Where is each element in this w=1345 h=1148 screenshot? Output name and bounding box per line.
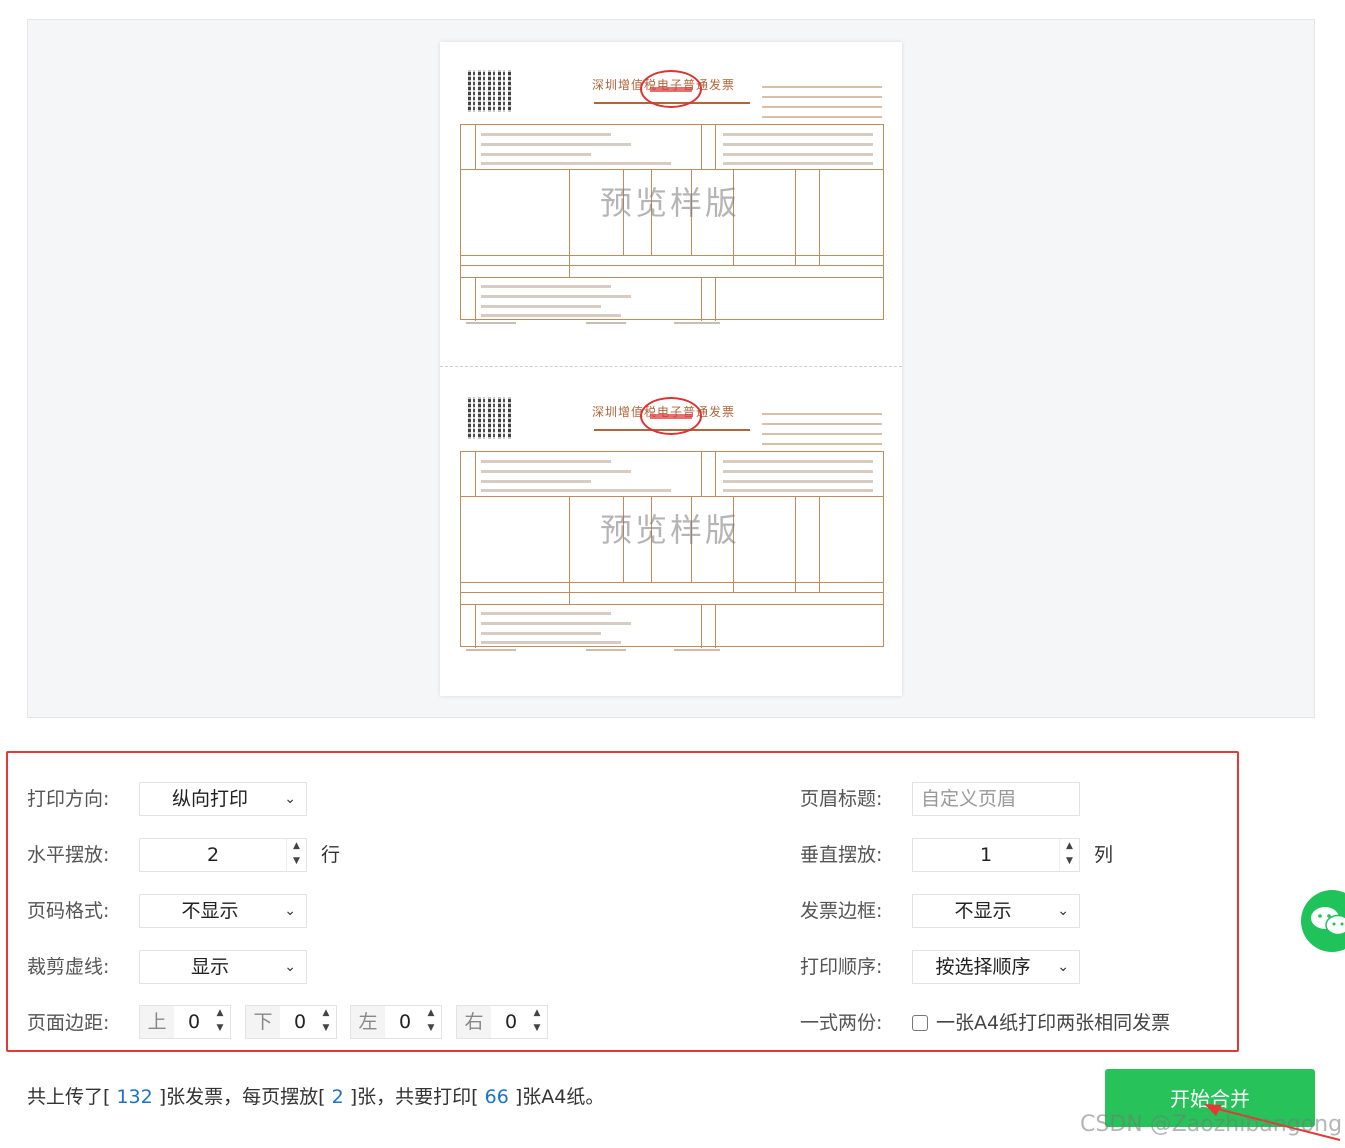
official-seal-icon bbox=[640, 70, 702, 108]
invoice-meta bbox=[762, 405, 882, 453]
margin-right-input[interactable]: 右 0 ▲ ▼ bbox=[456, 1005, 548, 1039]
print-order-select[interactable]: 按选择顺序 ⌄ bbox=[912, 950, 1080, 984]
vertical-count-value: 1 bbox=[979, 844, 993, 866]
margin-top-input[interactable]: 上 0 ▲ ▼ bbox=[139, 1005, 231, 1039]
print-order-value: 按选择顺序 bbox=[935, 956, 1031, 978]
spin-up-icon[interactable]: ▲ bbox=[527, 1006, 547, 1021]
margin-right-tag: 右 bbox=[457, 1006, 491, 1038]
margin-top-tag: 上 bbox=[140, 1006, 174, 1038]
print-direction-select[interactable]: 纵向打印 ⌄ bbox=[139, 782, 307, 816]
chevron-down-icon: ⌄ bbox=[284, 903, 296, 919]
page-number-value: 不显示 bbox=[181, 900, 239, 922]
duplicate-text: 一张A4纸打印两张相同发票 bbox=[936, 1012, 1171, 1034]
number-spinner[interactable]: ▲ ▼ bbox=[210, 1006, 230, 1038]
vertical-count-input[interactable]: 1 ▲ ▼ bbox=[912, 838, 1080, 872]
uploaded-count: 132 bbox=[116, 1086, 153, 1108]
margin-bottom-input[interactable]: 下 0 ▲ ▼ bbox=[245, 1005, 337, 1039]
cut-line-label: 裁剪虚线: bbox=[27, 956, 110, 978]
sheet-count: 66 bbox=[484, 1086, 509, 1108]
spin-up-icon[interactable]: ▲ bbox=[421, 1006, 441, 1021]
margin-right-value: 0 bbox=[504, 1011, 518, 1033]
print-order-label: 打印顺序: bbox=[800, 956, 883, 978]
invoice-preview: 深圳增值税电子普通发票 预览样版 bbox=[460, 395, 884, 657]
chevron-down-icon: ⌄ bbox=[284, 959, 296, 975]
qr-code-icon bbox=[468, 397, 512, 439]
spin-up-icon[interactable]: ▲ bbox=[287, 839, 306, 854]
page-number-label: 页码格式: bbox=[27, 900, 110, 922]
margins-label: 页面边距: bbox=[27, 1012, 110, 1034]
qr-code-icon bbox=[468, 70, 512, 112]
spin-down-icon[interactable]: ▼ bbox=[527, 1021, 547, 1036]
spin-up-icon[interactable]: ▲ bbox=[1060, 839, 1079, 854]
number-spinner[interactable]: ▲ ▼ bbox=[527, 1006, 547, 1038]
spin-down-icon[interactable]: ▼ bbox=[1060, 854, 1079, 869]
margin-left-tag: 左 bbox=[351, 1006, 385, 1038]
invoice-border-label: 发票边框: bbox=[800, 900, 883, 922]
spin-down-icon[interactable]: ▼ bbox=[287, 854, 306, 869]
margin-left-value: 0 bbox=[398, 1011, 412, 1033]
summary-text: ]张A4纸。 bbox=[508, 1086, 605, 1108]
spin-down-icon[interactable]: ▼ bbox=[210, 1021, 230, 1036]
preview-area: 深圳增值税电子普通发票 预览样版 深圳增值税电子普通发票 预览样版 bbox=[27, 19, 1315, 718]
horizontal-unit: 行 bbox=[321, 844, 341, 866]
horizontal-label: 水平摆放: bbox=[27, 844, 110, 866]
csdn-watermark: CSDN @Zaozhibangong bbox=[1080, 1112, 1343, 1137]
cut-line-select[interactable]: 显示 ⌄ bbox=[139, 950, 307, 984]
summary-text: ]张，共要打印[ bbox=[343, 1086, 485, 1108]
upload-summary: 共上传了[ 132 ]张发票，每页摆放[ 2 ]张，共要打印[ 66 ]张A4纸… bbox=[27, 1084, 604, 1110]
chevron-down-icon: ⌄ bbox=[1057, 903, 1069, 919]
header-title-label: 页眉标题: bbox=[800, 788, 883, 810]
margin-top-value: 0 bbox=[187, 1011, 201, 1033]
chevron-down-icon: ⌄ bbox=[284, 791, 296, 807]
duplicate-label: 一式两份: bbox=[800, 1012, 883, 1034]
preview-watermark: 预览样版 bbox=[600, 184, 741, 222]
horizontal-count-value: 2 bbox=[206, 844, 220, 866]
chevron-down-icon: ⌄ bbox=[1057, 959, 1069, 975]
number-spinner[interactable]: ▲ ▼ bbox=[421, 1006, 441, 1038]
spin-up-icon[interactable]: ▲ bbox=[316, 1006, 336, 1021]
invoice-border-value: 不显示 bbox=[954, 900, 1012, 922]
number-spinner[interactable]: ▲ ▼ bbox=[1059, 839, 1079, 871]
print-direction-value: 纵向打印 bbox=[171, 788, 248, 810]
page-number-select[interactable]: 不显示 ⌄ bbox=[139, 894, 307, 928]
cut-line-value: 显示 bbox=[190, 956, 229, 978]
spin-down-icon[interactable]: ▼ bbox=[421, 1021, 441, 1036]
official-seal-icon bbox=[640, 397, 702, 435]
spin-up-icon[interactable]: ▲ bbox=[210, 1006, 230, 1021]
per-page-count: 2 bbox=[331, 1086, 344, 1108]
invoice-preview: 深圳增值税电子普通发票 预览样版 bbox=[460, 68, 884, 330]
invoice-border-select[interactable]: 不显示 ⌄ bbox=[912, 894, 1080, 928]
print-direction-label: 打印方向: bbox=[27, 788, 110, 810]
margin-bottom-value: 0 bbox=[293, 1011, 307, 1033]
summary-text: ]张发票，每页摆放[ bbox=[152, 1086, 332, 1108]
margin-left-input[interactable]: 左 0 ▲ ▼ bbox=[350, 1005, 442, 1039]
preview-watermark: 预览样版 bbox=[600, 511, 741, 549]
number-spinner[interactable]: ▲ ▼ bbox=[286, 839, 306, 871]
spin-down-icon[interactable]: ▼ bbox=[316, 1021, 336, 1036]
header-title-input[interactable]: 自定义页眉 bbox=[912, 782, 1080, 816]
vertical-label: 垂直摆放: bbox=[800, 844, 883, 866]
wechat-icon bbox=[1311, 907, 1345, 936]
invoice-meta bbox=[762, 78, 882, 126]
number-spinner[interactable]: ▲ ▼ bbox=[316, 1006, 336, 1038]
duplicate-checkbox[interactable] bbox=[912, 1015, 928, 1031]
margin-bottom-tag: 下 bbox=[246, 1006, 280, 1038]
summary-text: 共上传了[ bbox=[27, 1086, 117, 1108]
a4-preview-page: 深圳增值税电子普通发票 预览样版 深圳增值税电子普通发票 预览样版 bbox=[440, 42, 902, 696]
cut-dashed-line bbox=[440, 366, 902, 367]
wechat-chat-button[interactable] bbox=[1301, 890, 1345, 952]
vertical-unit: 列 bbox=[1094, 844, 1114, 866]
horizontal-count-input[interactable]: 2 ▲ ▼ bbox=[139, 838, 307, 872]
